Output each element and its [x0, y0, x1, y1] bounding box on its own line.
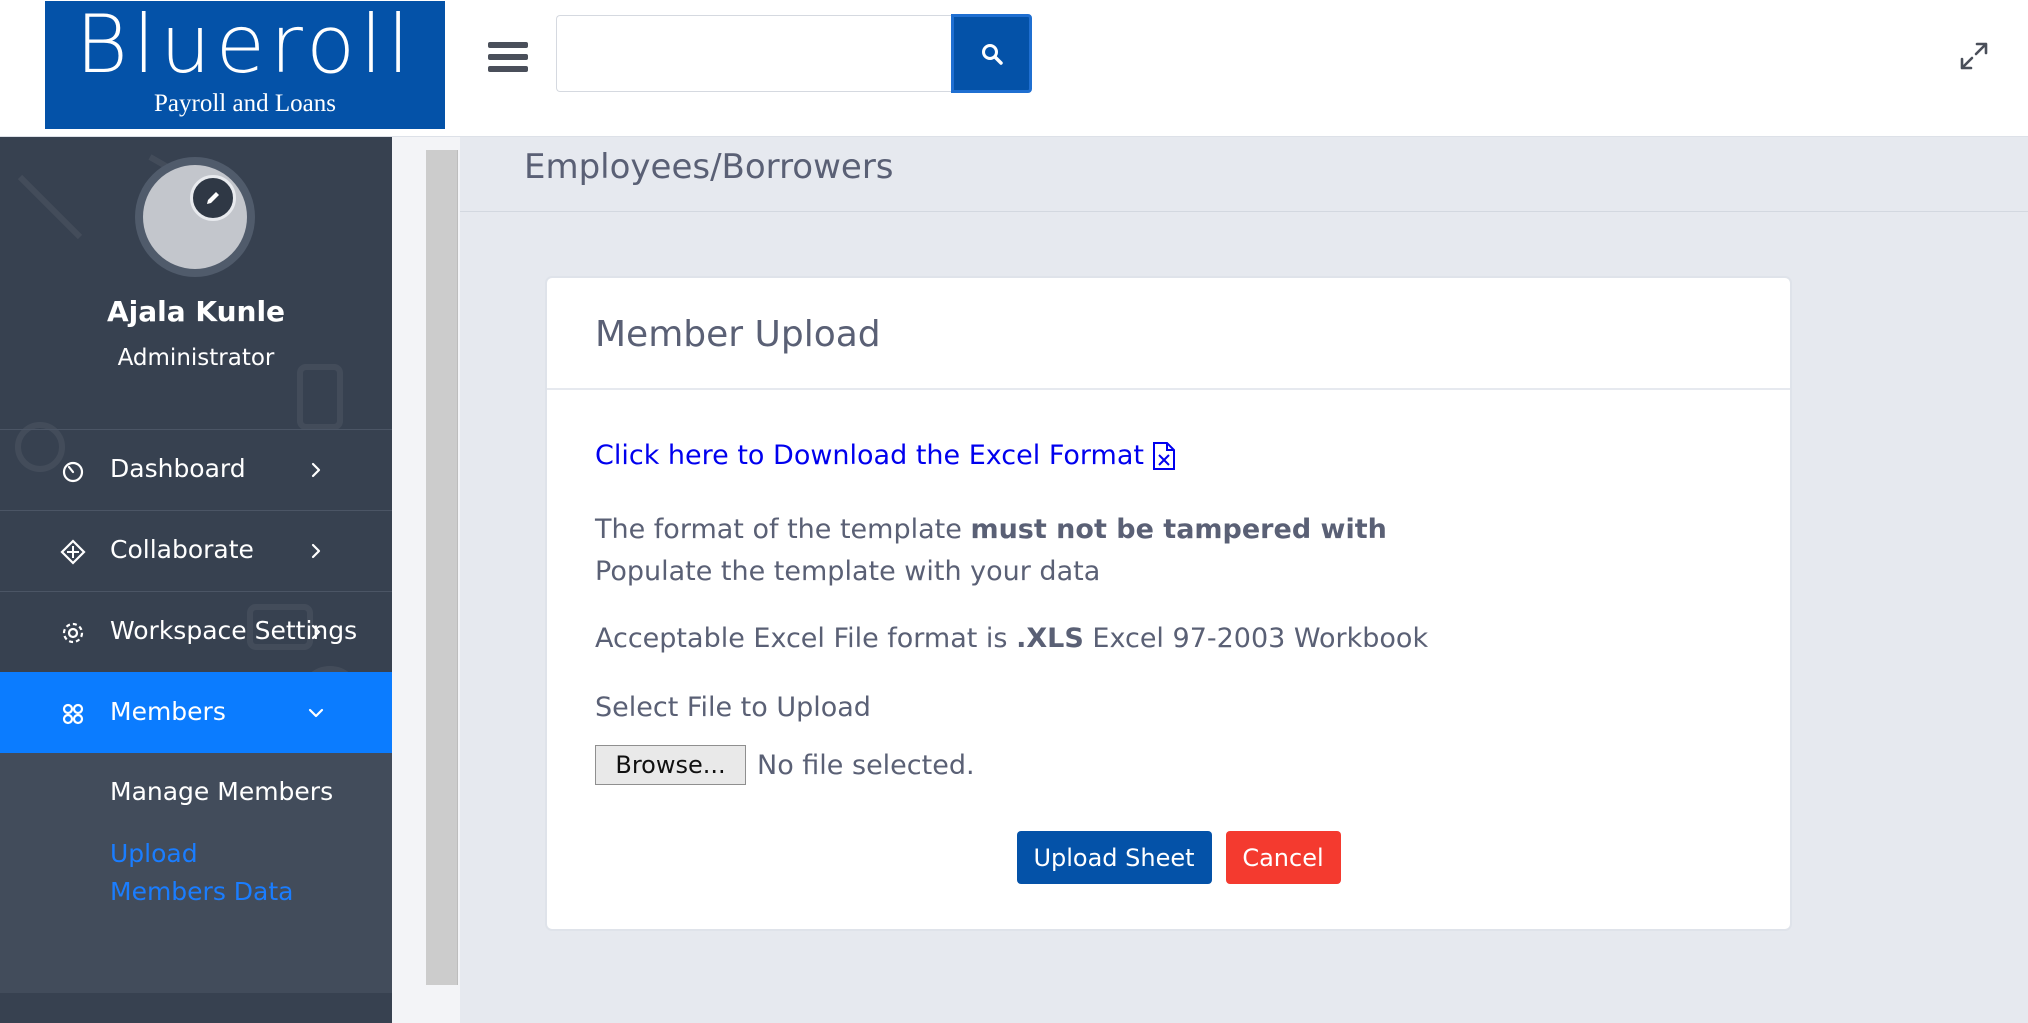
sidebar-item-dashboard[interactable]: Dashboard — [0, 429, 392, 510]
chevron-right-icon — [311, 543, 321, 559]
sidebar-item-label: Members — [110, 697, 226, 726]
page-header: Employees/Borrowers — [460, 137, 2028, 212]
template-instructions: The format of the template must not be t… — [595, 509, 1790, 593]
members-submenu: Manage Members Upload Members Data — [0, 753, 392, 993]
format-prefix: Acceptable Excel File format is — [595, 623, 1017, 654]
card-title: Member Upload — [547, 278, 1790, 390]
card-body: Click here to Download the Excel Format … — [547, 390, 1790, 785]
top-header: Blueroll Payroll and Loans — [0, 0, 2028, 137]
search-input[interactable] — [556, 15, 952, 92]
sidebar-item-members[interactable]: Members — [0, 672, 392, 753]
member-upload-card: Member Upload Click here to Download the… — [545, 276, 1792, 931]
download-excel-format-link[interactable]: Click here to Download the Excel Format — [595, 440, 1176, 471]
page-title: Employees/Borrowers — [524, 147, 894, 187]
chevron-right-icon — [311, 462, 321, 478]
sidebar-nav: Dashboard Collaborate Workspace Settings — [0, 429, 392, 993]
brand-logo[interactable]: Blueroll Payroll and Loans — [45, 1, 445, 129]
format-extension: .XLS — [1016, 623, 1084, 654]
search-icon — [981, 43, 1003, 65]
collaborate-icon — [60, 539, 86, 565]
submenu-item-upload-members-data[interactable]: Upload Members Data — [0, 835, 300, 911]
file-status: No file selected. — [757, 749, 975, 781]
file-format-note: Acceptable Excel File format is .XLS Exc… — [595, 623, 1790, 654]
file-input: Browse... No file selected. — [595, 745, 1790, 785]
form-actions: Upload Sheet Cancel — [547, 831, 1794, 884]
chevron-right-icon — [311, 624, 321, 640]
user-name: Ajala Kunle — [106, 295, 286, 328]
avatar — [143, 165, 247, 269]
instruction-bold-text: must not be tampered with — [970, 514, 1387, 545]
select-file-label: Select File to Upload — [595, 692, 871, 723]
dashboard-icon — [62, 461, 84, 483]
sidebar-item-label: Dashboard — [110, 454, 246, 483]
instruction-text: The format of the template — [595, 514, 971, 545]
browse-button[interactable]: Browse... — [595, 745, 746, 785]
sidebar: Ajala Kunle Administrator Dashboard Coll… — [0, 137, 392, 1023]
brand-name: Blueroll — [75, 0, 415, 91]
chevron-down-icon — [308, 708, 324, 718]
user-role: Administrator — [117, 345, 275, 371]
expand-icon[interactable] — [1958, 40, 1990, 72]
cancel-button[interactable]: Cancel — [1225, 831, 1341, 884]
submenu-item-manage-members[interactable]: Manage Members — [0, 773, 392, 811]
format-suffix: Excel 97-2003 Workbook — [1083, 623, 1429, 654]
download-link-text: Click here to Download the Excel Format — [595, 440, 1144, 471]
gear-icon — [62, 622, 84, 644]
upload-sheet-button[interactable]: Upload Sheet — [1016, 831, 1212, 884]
scrollbar[interactable] — [426, 150, 458, 985]
sidebar-item-label: Collaborate — [110, 535, 254, 564]
sidebar-item-collaborate[interactable]: Collaborate — [0, 510, 392, 591]
brand-tagline: Payroll and Loans — [154, 90, 336, 117]
members-icon — [62, 703, 84, 725]
excel-file-icon — [1152, 441, 1175, 470]
user-avatar — [135, 157, 255, 277]
populate-text: Populate the template with your data — [595, 556, 1101, 587]
pencil-icon[interactable] — [190, 175, 236, 221]
hamburger-icon[interactable] — [488, 42, 528, 76]
sidebar-item-workspace-settings[interactable]: Workspace Settings — [0, 591, 392, 672]
search-button[interactable] — [951, 14, 1032, 93]
